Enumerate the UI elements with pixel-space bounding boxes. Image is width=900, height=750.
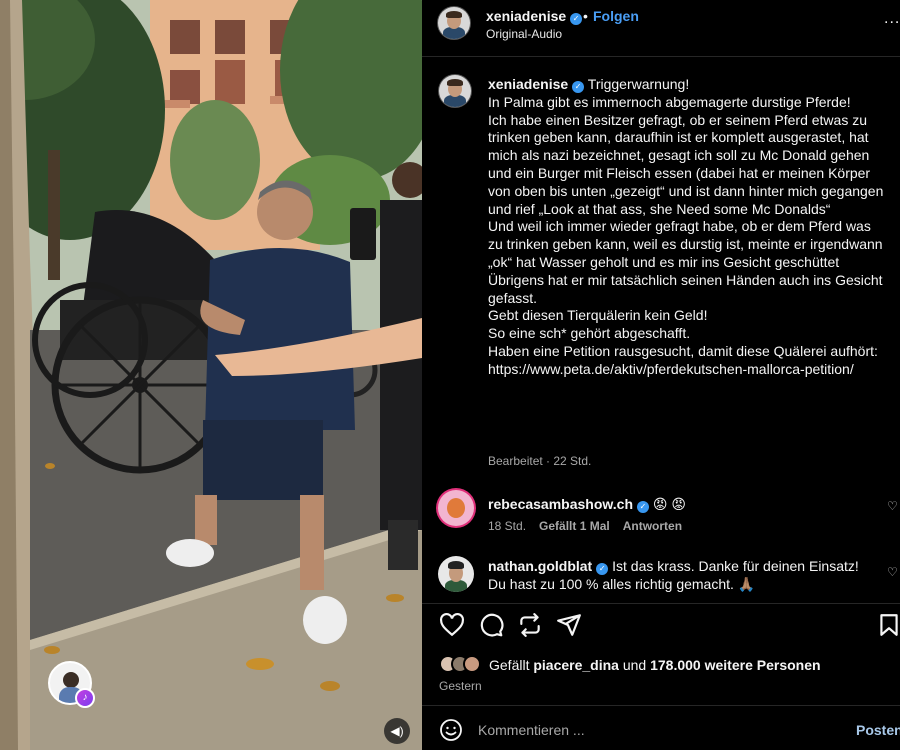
caption-username[interactable]: xeniadenise [488, 76, 568, 92]
audio-badge-icon: ♪ [75, 688, 95, 708]
likes-summary[interactable]: Gefällt piacere_dina und 178.000 weitere… [439, 655, 889, 675]
caption-line: Ich habe einen Besitzer gefragt, ob er s… [488, 111, 888, 217]
avatar-figure [63, 672, 79, 688]
caption-line: Übrigens hat er mir tatsächlich seinen H… [488, 271, 887, 306]
comment-like-heart-icon[interactable]: ♡ [887, 499, 898, 513]
action-bar [422, 612, 900, 642]
verified-icon: ✓ [572, 81, 585, 93]
actions-divider [422, 603, 900, 604]
edited-timestamp: Bearbeitet · 22 Std. [488, 454, 592, 468]
verified-icon: ✓ [570, 13, 583, 25]
heart-icon[interactable] [439, 612, 465, 638]
petition-link[interactable]: https://www.peta.de/aktiv/pferdekutschen… [488, 361, 888, 379]
original-audio-link[interactable]: Original-Audio [486, 27, 562, 41]
post-date: Gestern [439, 679, 482, 693]
avatar-hair [447, 79, 463, 86]
mute-icon[interactable]: ◀) [384, 718, 410, 744]
caption-author-avatar[interactable] [439, 75, 471, 107]
caption-line: So eine sch* gehört abgeschafft. [488, 325, 691, 342]
comment-composer: Kommentieren ... Posten [422, 712, 900, 750]
caption-line: Und weil ich immer wieder gefragt habe, … [488, 218, 887, 270]
likes-conjunction: und [618, 657, 651, 673]
follow-button[interactable]: Folgen [593, 8, 639, 24]
comment-body: nathan.goldblat ✓ Ist das krass. Danke fü… [488, 557, 878, 593]
commenter-username[interactable]: rebecasambashow.ch [488, 496, 633, 512]
repost-icon[interactable] [517, 612, 543, 638]
reel-video[interactable]: ♪ ◀) [0, 0, 422, 750]
header-separator: • [583, 8, 588, 24]
likes-count[interactable]: 178.000 weitere Personen [650, 657, 820, 673]
caption-line: In Palma gibt es immernoch abgemagerte d… [488, 93, 851, 110]
comment-icon[interactable] [478, 612, 504, 638]
author-username-text[interactable]: xeniadenise [486, 8, 566, 24]
post-header: xeniadenise ✓ • Folgen Original-Audio ... [422, 0, 900, 56]
comment-like-heart-icon[interactable]: ♡ [887, 565, 898, 579]
caption-line: Haben eine Petition rausgesucht, damit d… [488, 342, 878, 359]
bookmark-icon[interactable] [876, 612, 900, 638]
video-frame-image [0, 0, 422, 750]
caption-line: Triggerwarnung! [587, 76, 690, 92]
author-avatar[interactable] [438, 7, 470, 39]
liker-avatar [463, 655, 481, 673]
likes-prefix: Gefällt [489, 657, 534, 673]
comment-meta: 18 Std. Gefällt 1 Mal Antworten [488, 519, 695, 533]
reply-button[interactable]: Antworten [623, 519, 682, 533]
liker-username[interactable]: piacere_dina [533, 657, 619, 673]
comment-body: rebecasambashow.ch ✓ 😡 😡 [488, 495, 878, 513]
commenter-avatar[interactable] [438, 490, 474, 526]
comment-time: 18 Std. [488, 519, 527, 533]
post-comment-button[interactable]: Posten [856, 722, 900, 738]
avatar-hair [446, 11, 462, 18]
avatar-hair [448, 561, 464, 569]
share-icon[interactable] [556, 612, 582, 638]
more-options-icon[interactable]: ... [884, 10, 900, 28]
comment-text: 😡 😡 [652, 496, 686, 512]
composer-divider [422, 705, 900, 706]
commenter-username[interactable]: nathan.goldblat [488, 558, 592, 574]
verified-icon: ✓ [637, 501, 649, 513]
likes-text: Gefällt piacere_dina und 178.000 weitere… [489, 657, 821, 673]
emoji-icon[interactable] [439, 718, 463, 742]
comment-input[interactable]: Kommentieren ... [478, 722, 585, 738]
comment-likes-count[interactable]: Gefällt 1 Mal [539, 519, 610, 533]
verified-icon: ✓ [596, 563, 609, 575]
avatar-head [447, 498, 465, 518]
commenter-avatar[interactable] [438, 556, 474, 592]
caption-line: Gebt diesen Tierquälerin kein Geld! [488, 307, 708, 324]
post-caption: xeniadenise ✓ Triggerwarnung! In Palma gi… [488, 76, 888, 379]
post-panel: xeniadenise ✓ • Folgen Original-Audio ...… [422, 0, 900, 750]
author-username[interactable]: xeniadenise ✓ [486, 8, 583, 25]
header-divider [422, 56, 900, 57]
